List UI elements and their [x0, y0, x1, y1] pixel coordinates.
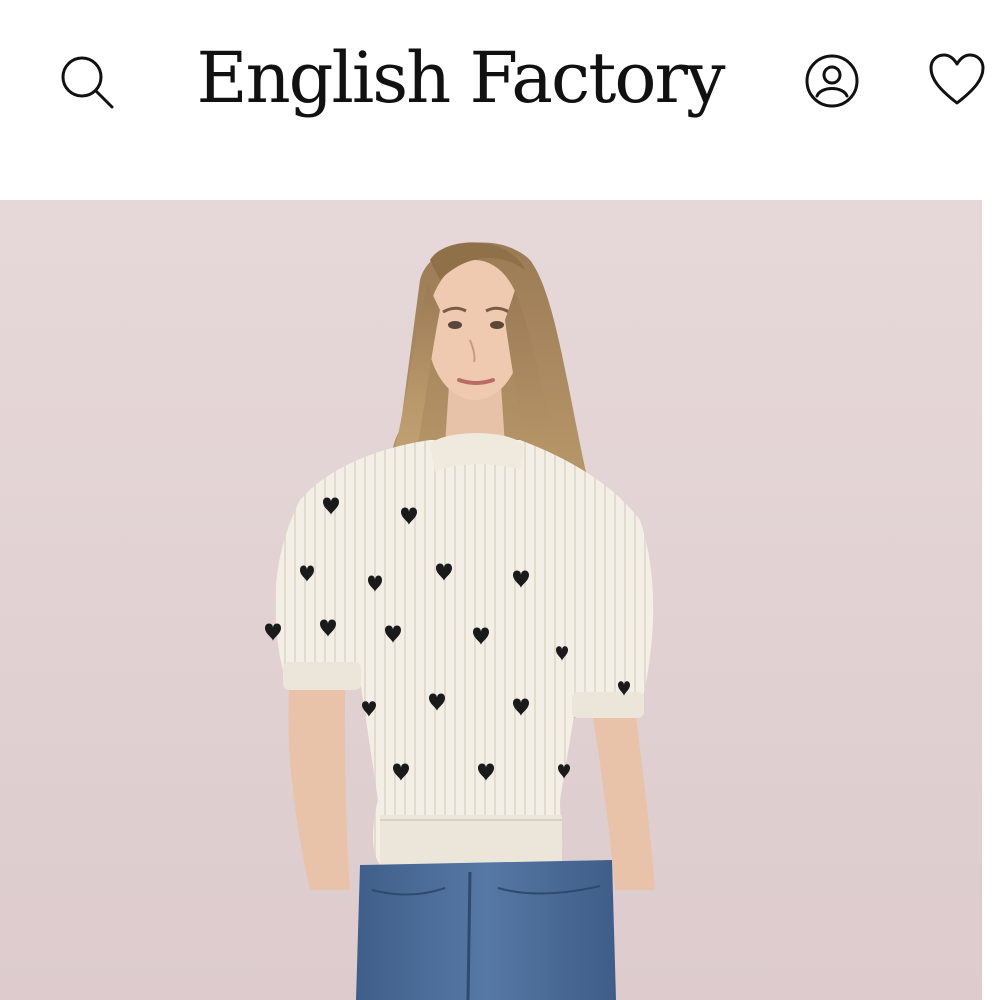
brand-logo[interactable]: English Factory [190, 28, 730, 128]
user-account-icon [805, 54, 859, 108]
search-button[interactable] [55, 50, 117, 112]
wishlist-button[interactable] [924, 48, 990, 110]
product-hero-image[interactable] [0, 200, 982, 1000]
heart-icon [929, 53, 985, 105]
search-icon [61, 56, 114, 109]
product-photo [265, 242, 655, 1000]
account-button[interactable] [800, 50, 864, 112]
site-header: English Factory [0, 0, 1000, 200]
